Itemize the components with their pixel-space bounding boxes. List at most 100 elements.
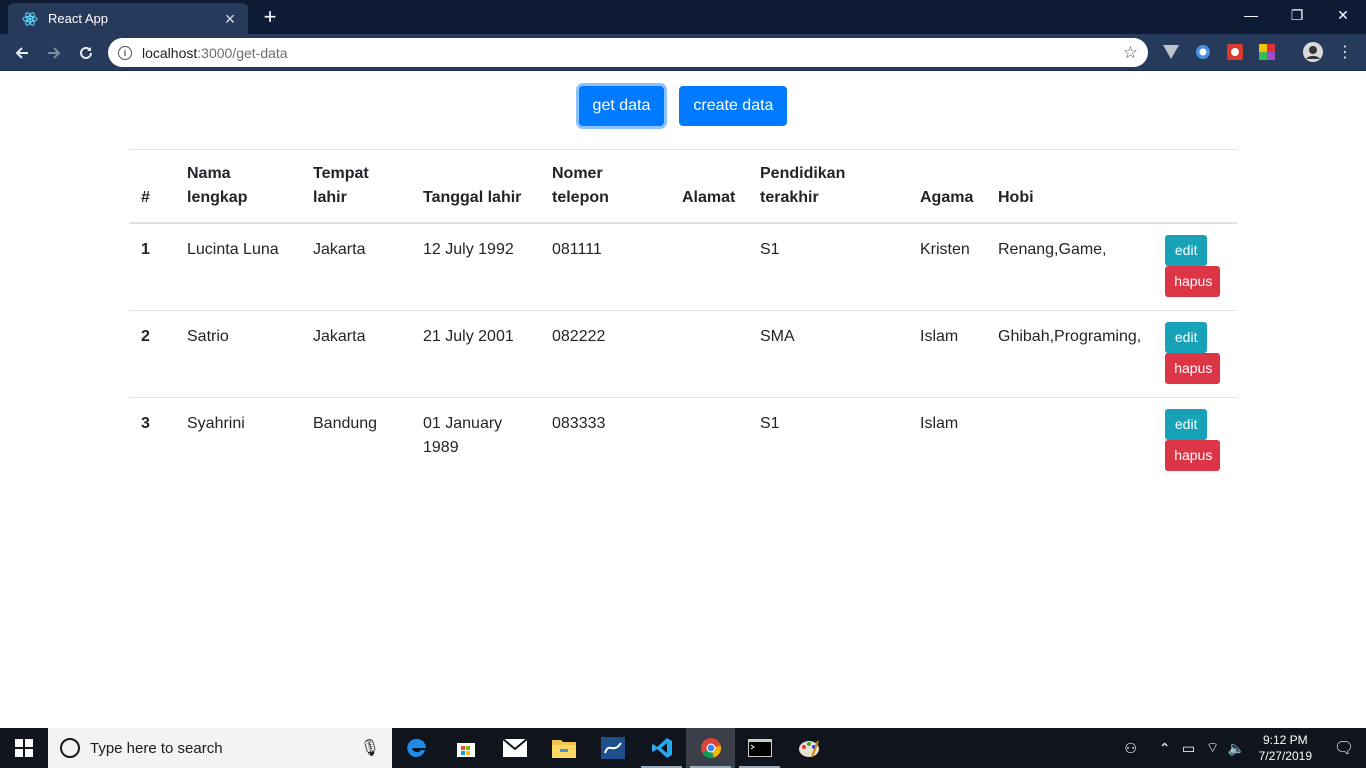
profile-avatar[interactable] [1302, 41, 1324, 63]
header-telepon-line2: telepon [552, 189, 609, 206]
windows-taskbar: Type here to search 🎙 ⚇ ⌃ ▭ ⌔ 🔈 9:12 PM … [0, 728, 1366, 768]
header-tempat-line2: lahir [313, 189, 347, 206]
cell-agama: Kristen [908, 222, 986, 310]
minimize-button[interactable]: — [1228, 0, 1274, 30]
create-data-button[interactable]: create data [679, 86, 788, 126]
restore-button[interactable]: ❐ [1274, 0, 1320, 30]
forward-button[interactable] [40, 39, 68, 67]
terminal-app-icon[interactable] [735, 728, 784, 768]
browser-tab-react-app[interactable]: React App × [8, 3, 248, 34]
header-number: # [129, 149, 175, 224]
cell-agama: Islam [908, 309, 986, 397]
show-hidden-icons-icon[interactable]: ⌃ [1153, 740, 1177, 757]
chrome-app-icon[interactable] [686, 728, 735, 768]
address-bar[interactable]: i localhost :3000/get-data ☆ [108, 38, 1148, 67]
header-nomer-telepon: Nomer telepon [540, 149, 670, 224]
cell-telepon: 083333 [540, 396, 670, 484]
cell-alamat [670, 396, 748, 484]
people-icon[interactable]: ⚇ [1119, 740, 1143, 757]
cell-tanggal: 12 July 1992 [411, 222, 540, 310]
vue-devtools-icon[interactable] [1162, 43, 1180, 61]
get-data-button[interactable]: get data [578, 86, 665, 126]
hapus-button[interactable]: hapus [1165, 266, 1221, 297]
new-tab-button[interactable]: + [258, 5, 282, 29]
cell-actions: edit hapus [1153, 396, 1237, 484]
vscode-app-icon[interactable] [637, 728, 686, 768]
wifi-icon[interactable]: ⌔ [1201, 739, 1225, 757]
header-nama-lengkap: Nama lengkap [175, 149, 301, 224]
cell-hobi: Ghibah,Programing, [986, 309, 1154, 397]
site-info-icon[interactable]: i [118, 45, 132, 60]
extension-red-icon[interactable] [1226, 43, 1244, 61]
start-button[interactable] [0, 728, 48, 768]
edit-button[interactable]: edit [1165, 321, 1208, 353]
react-icon [22, 11, 38, 26]
file-explorer-app-icon[interactable] [539, 728, 588, 768]
header-hobi: Hobi [986, 149, 1154, 224]
cell-actions: edit hapus [1153, 222, 1237, 310]
header-agama: Agama [908, 149, 986, 224]
browser-toolbar: i localhost :3000/get-data ☆ ⋮ [0, 34, 1366, 71]
url-host: localhost [142, 44, 198, 61]
hapus-button[interactable]: hapus [1165, 352, 1221, 384]
header-pendidikan-line1: Pendidikan [760, 165, 846, 182]
cell-actions: edit hapus [1153, 309, 1237, 397]
windows-logo-icon [15, 739, 33, 757]
url-path: :3000/get-data [197, 44, 288, 61]
header-tanggal-lahir: Tanggal lahir [411, 149, 540, 224]
extension-circle-icon[interactable] [1194, 43, 1212, 61]
cell-hobi: Renang,Game, [986, 222, 1154, 310]
data-table: # Nama lengkap Tempat lahir Tanggal lahir … [129, 149, 1237, 484]
header-tempat-line1: Tempat [313, 165, 369, 182]
mail-app-icon[interactable] [490, 728, 539, 768]
edge-app-icon[interactable] [392, 728, 441, 768]
cell-num: 2 [129, 309, 175, 397]
back-arrow-icon [15, 47, 28, 59]
cell-alamat [670, 222, 748, 310]
microphone-icon[interactable]: 🎙 [360, 738, 380, 758]
battery-icon[interactable]: ▭ [1177, 740, 1201, 757]
cell-nama: Lucinta Luna [175, 222, 301, 310]
browser-titlebar: React App × + — ❐ ✕ [0, 0, 1366, 34]
cell-tanggal: 21 July 2001 [411, 309, 540, 397]
cell-tempat: Jakarta [301, 222, 411, 310]
header-pendidikan-line2: terakhir [760, 189, 819, 206]
cell-telepon: 081111 [540, 222, 670, 310]
tab-title: React App [48, 11, 108, 26]
action-center-icon[interactable]: 🗨 [1322, 738, 1366, 758]
cell-num: 3 [129, 396, 175, 484]
back-button[interactable] [8, 39, 36, 67]
close-window-button[interactable]: ✕ [1320, 0, 1366, 30]
table-row: 2 Satrio Jakarta 21 July 2001 082222 SMA Islam… [129, 309, 1237, 397]
table-header-row: # Nama lengkap Tempat lahir Tanggal lahir … [129, 149, 1237, 224]
edit-button[interactable]: edit [1165, 235, 1208, 266]
cell-num: 1 [129, 222, 175, 310]
reload-icon [80, 46, 92, 59]
sql-server-app-icon[interactable] [588, 728, 637, 768]
edit-button[interactable]: edit [1165, 408, 1208, 440]
taskbar-search-box[interactable]: Type here to search 🎙 [48, 728, 392, 768]
cell-pendidikan: S1 [748, 222, 908, 310]
volume-icon[interactable]: 🔈 [1225, 740, 1249, 757]
header-nama-line2: lengkap [187, 189, 248, 206]
chrome-menu-icon[interactable]: ⋮ [1336, 43, 1354, 61]
cell-agama: Islam [908, 396, 986, 484]
paint-app-icon[interactable] [784, 728, 833, 768]
extension-color-grid-icon[interactable] [1258, 43, 1276, 61]
store-app-icon[interactable] [441, 728, 490, 768]
reload-button[interactable] [72, 39, 100, 67]
header-nama-line1: Nama [187, 165, 231, 182]
bookmark-star-icon[interactable]: ☆ [1123, 43, 1138, 63]
cell-tempat: Jakarta [301, 309, 411, 397]
cortana-icon [60, 738, 80, 758]
header-telepon-line1: Nomer [552, 165, 603, 182]
header-tempat-lahir: Tempat lahir [301, 149, 411, 224]
page-content: get data create data # Nama lengkap Tempa… [0, 71, 1366, 728]
table-row: 1 Lucinta Luna Jakarta 12 July 1992 081111 S1… [129, 222, 1237, 310]
taskbar-clock[interactable]: 9:12 PM 7/27/2019 [1249, 732, 1322, 764]
header-pendidikan-terakhir: Pendidikan terakhir [748, 149, 908, 224]
cell-alamat [670, 309, 748, 397]
hapus-button[interactable]: hapus [1165, 439, 1221, 471]
cell-nama: Syahrini [175, 396, 301, 484]
tab-close-icon[interactable]: × [222, 10, 238, 28]
